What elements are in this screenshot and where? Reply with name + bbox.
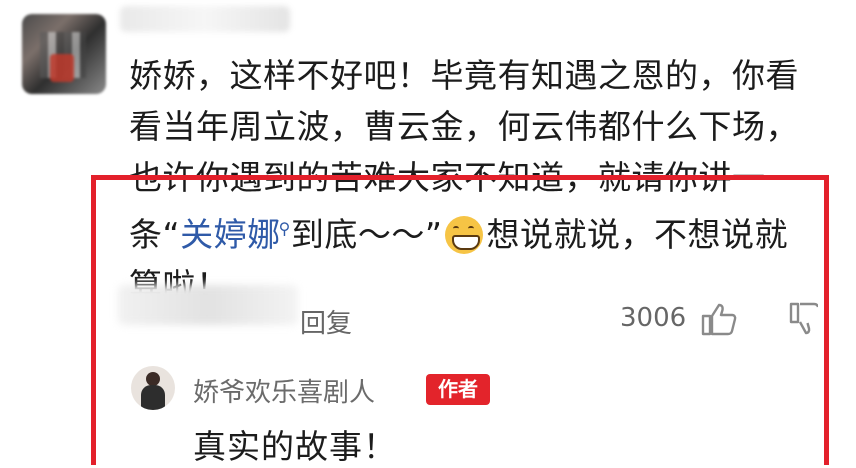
mention-label: 关婷娜 [180, 215, 281, 254]
reply-author-avatar[interactable] [131, 366, 175, 410]
author-badge: 作者 [426, 374, 490, 405]
reply-button[interactable]: 回复 [300, 303, 352, 340]
commenter-name-blurred [120, 6, 290, 32]
comment-text-part-2: 到底～～” [290, 215, 443, 254]
grinning-face-emoji-icon [445, 216, 484, 254]
reply-text: 真实的故事！ [193, 427, 397, 466]
reply-author-name[interactable]: 娇爷欢乐喜剧人 [193, 372, 375, 409]
commenter-avatar[interactable] [22, 14, 106, 94]
mention-link[interactable]: 关婷娜⚲ [180, 215, 291, 254]
search-icon: ⚲ [278, 219, 291, 238]
thumb-up-icon[interactable] [700, 302, 738, 336]
comment-text: 娇娇，这样不好吧！毕竟有知遇之恩的，你看看当年周立波，曹云金，何云伟都什么下场，… [129, 50, 819, 311]
like-count: 3006 [620, 303, 687, 333]
comment-meta-blurred [118, 285, 298, 325]
thumb-down-icon[interactable] [788, 302, 818, 336]
